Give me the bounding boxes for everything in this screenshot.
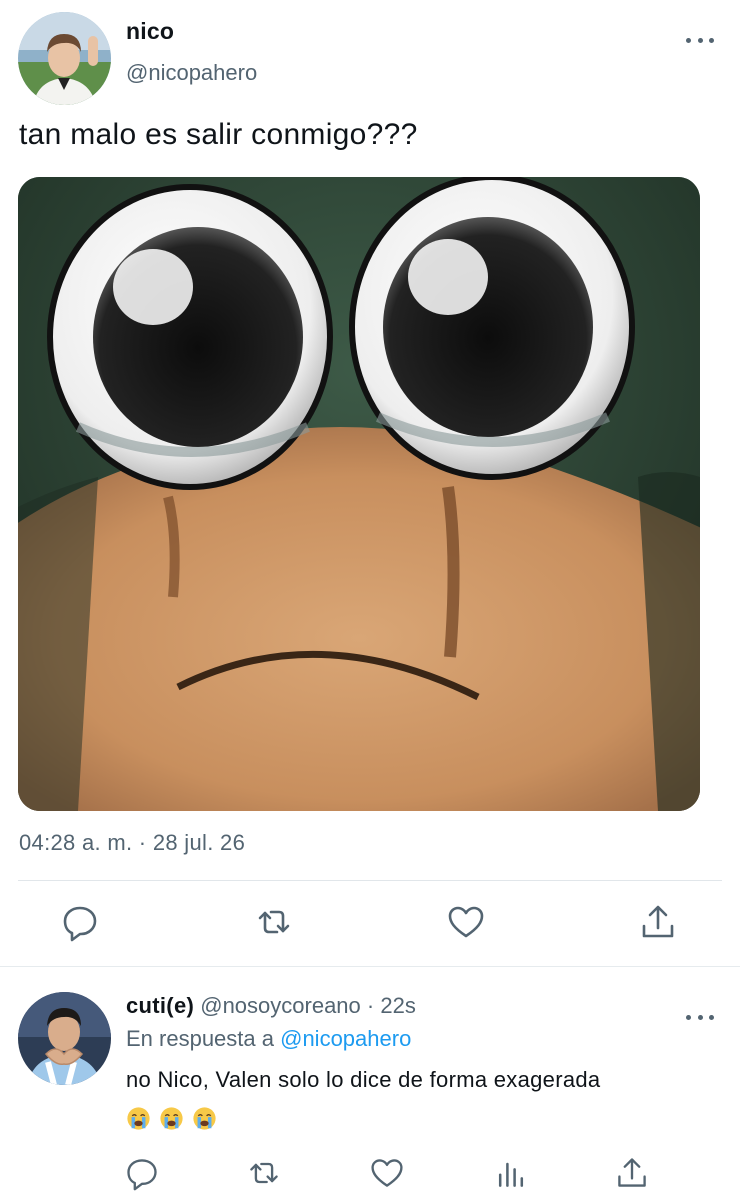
author-name[interactable]: nico [126,18,174,45]
in-reply-mention-link[interactable]: @nicopahero [280,1026,411,1051]
reply-author-avatar[interactable] [18,992,111,1085]
reply-more-options-icon[interactable] [686,1005,714,1029]
tweet-action-bar [0,900,740,950]
reply-author-handle[interactable]: @nosoycoreano [200,993,361,1018]
author-avatar[interactable] [18,12,111,105]
more-options-icon[interactable] [686,28,714,52]
in-reply-prefix: En respuesta a [126,1026,281,1051]
like-icon[interactable] [369,1153,405,1193]
reply-emojis [126,1106,217,1131]
share-icon[interactable] [614,1153,650,1193]
divider [18,880,722,881]
retweet-icon[interactable] [246,1153,282,1193]
reply-text: no Nico, Valen solo lo dice de forma exa… [126,1067,601,1092]
reply-header: cuti(e) @nosoycoreano · 22s [126,993,416,1019]
in-reply-to: En respuesta a @nicopahero [126,1026,411,1052]
views-icon[interactable] [493,1153,529,1193]
like-icon[interactable] [446,900,486,944]
reply-action-bar [0,1157,740,1197]
reply-icon[interactable] [124,1153,160,1193]
loudly-crying-face-icon [193,1107,216,1130]
loudly-crying-face-icon [160,1107,183,1130]
reply-icon[interactable] [60,900,100,944]
tweet-media-image[interactable] [18,177,700,811]
reply-separator: · [366,993,375,1018]
share-icon[interactable] [638,900,678,944]
tweet-timestamp[interactable]: 04:28 a. m. · 28 jul. 26 [19,830,245,856]
author-handle[interactable]: @nicopahero [126,60,257,86]
retweet-icon[interactable] [254,900,294,944]
reply-time[interactable]: 22s [380,993,415,1018]
reply-author-name[interactable]: cuti(e) [126,993,194,1018]
reply-tweet[interactable]: cuti(e) @nosoycoreano · 22s En respuesta… [0,967,740,1200]
tweet-text: tan malo es salir conmigo??? [19,118,418,151]
main-tweet: nico @nicopahero tan malo es salir conmi… [0,0,740,966]
loudly-crying-face-icon [127,1107,150,1130]
